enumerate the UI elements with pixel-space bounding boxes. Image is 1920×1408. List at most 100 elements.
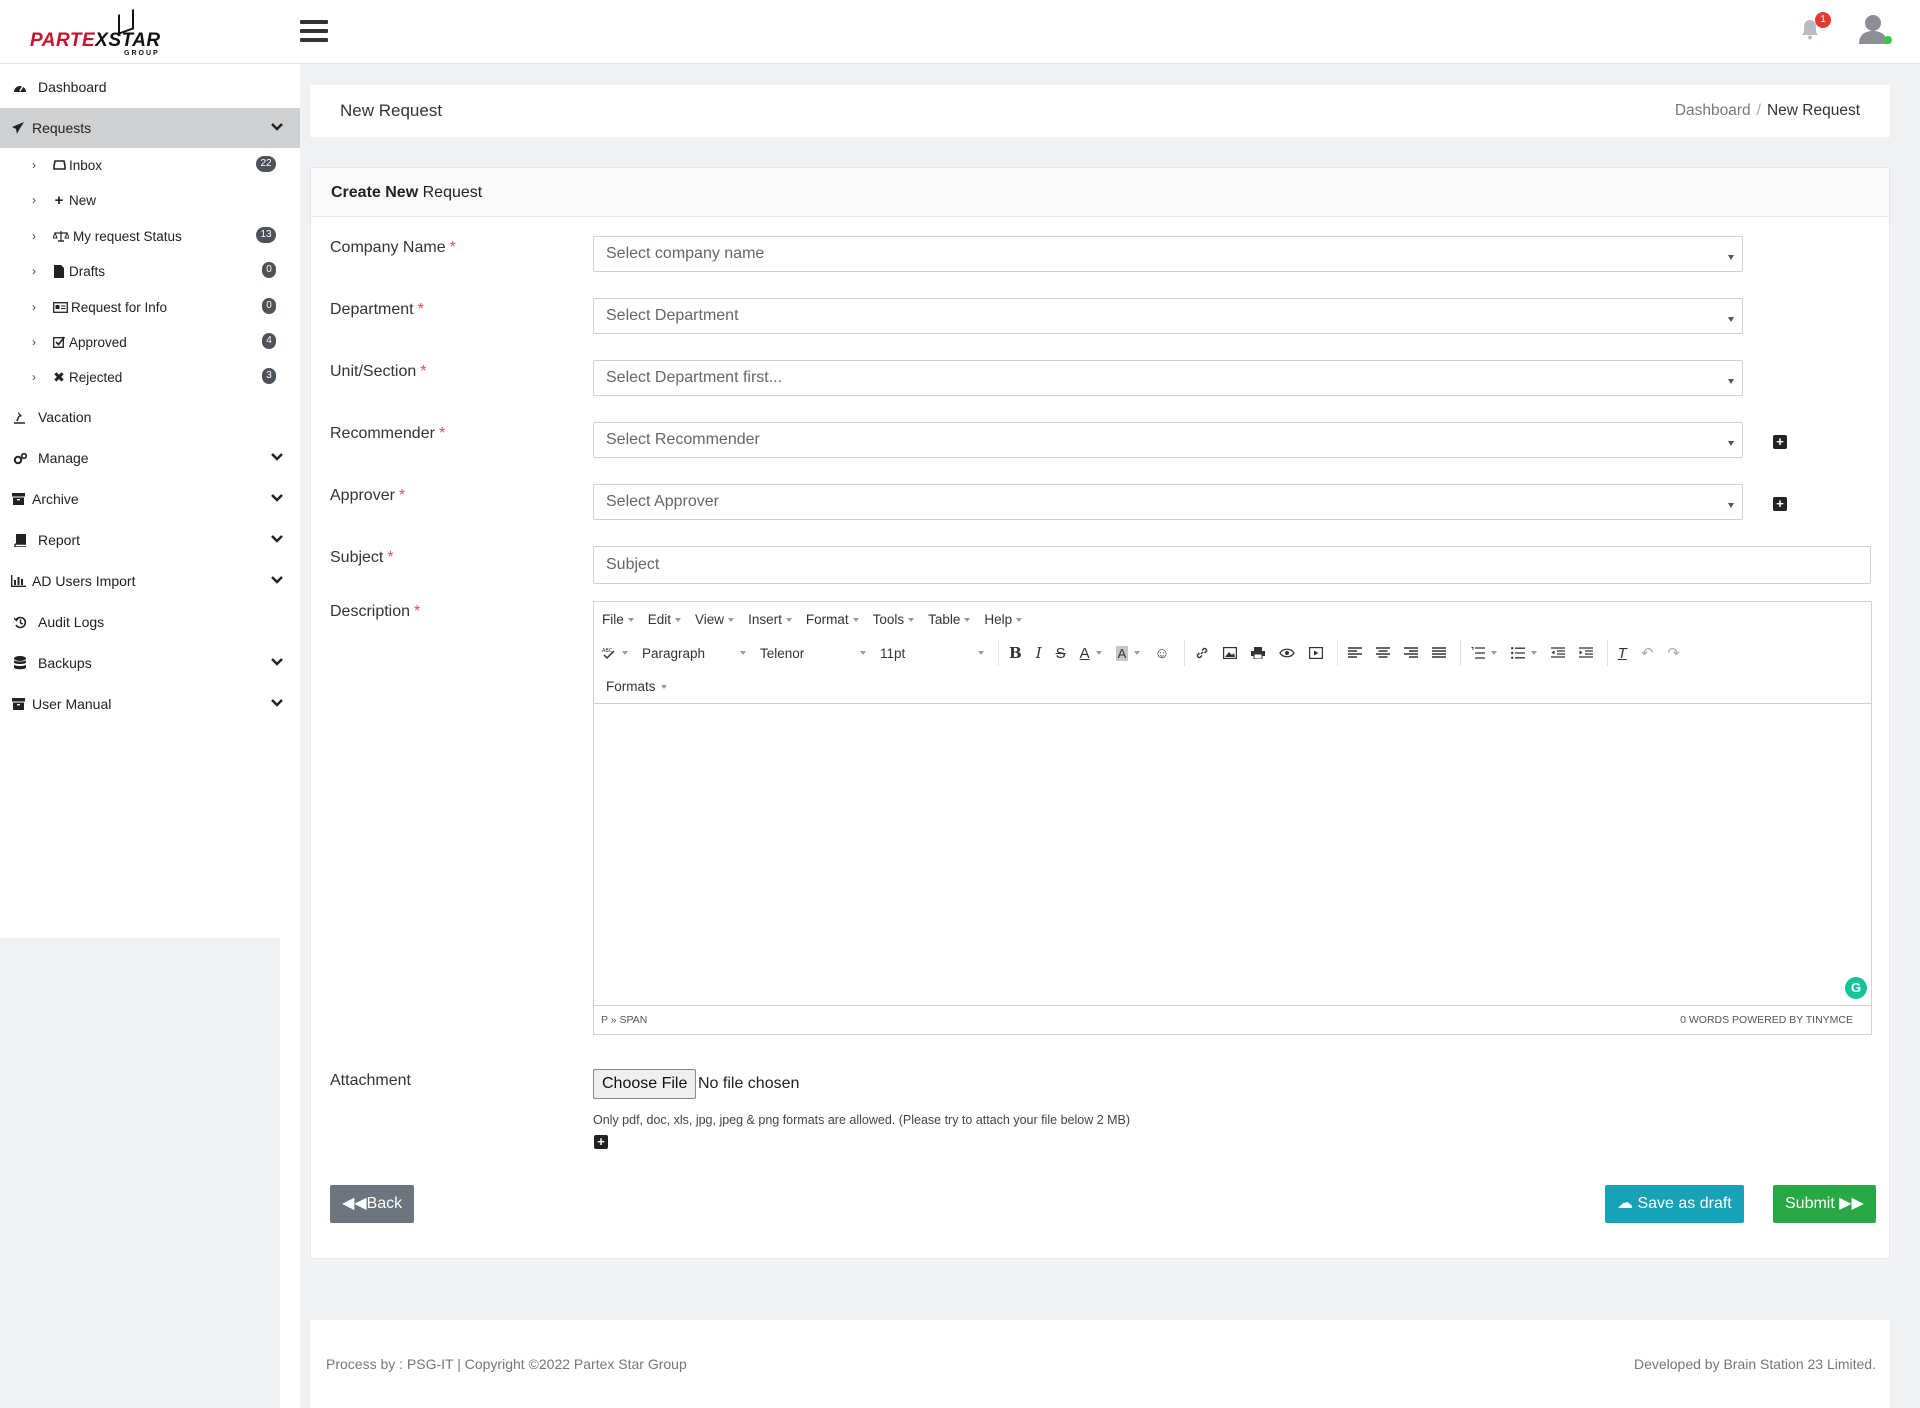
undo-icon[interactable]: ↶ xyxy=(1641,644,1654,662)
strikethrough-icon[interactable]: S xyxy=(1056,645,1066,662)
sidebar-item-vacation[interactable]: Vacation xyxy=(0,397,300,437)
logo-text-x: X xyxy=(95,30,109,51)
sidebar-subitem-label: Approved xyxy=(69,334,127,350)
indent-icon[interactable] xyxy=(1578,647,1593,659)
sidebar-item-label: Archive xyxy=(32,491,79,507)
add-recommender-icon[interactable]: + xyxy=(1773,435,1787,449)
count-badge: 4 xyxy=(262,333,276,349)
align-right-icon[interactable] xyxy=(1403,647,1418,659)
menu-view[interactable]: View xyxy=(695,612,735,627)
image-icon[interactable] xyxy=(1222,647,1237,659)
back-button[interactable]: ◀◀Back xyxy=(330,1185,415,1223)
approver-select[interactable]: Select Approver xyxy=(593,484,1743,520)
align-left-icon[interactable] xyxy=(1347,647,1362,659)
italic-icon[interactable]: I xyxy=(1036,644,1042,662)
sidebar-subitem-rejected[interactable]: › ✖ Rejected 3 xyxy=(0,360,300,394)
sidebar-item-label: Requests xyxy=(32,120,92,136)
sidebar-item-label: Audit Logs xyxy=(38,614,105,630)
menu-edit[interactable]: Edit xyxy=(648,612,682,627)
forward-icon: ▶▶ xyxy=(1839,1195,1864,1212)
submit-button[interactable]: Submit ▶▶ xyxy=(1773,1185,1876,1223)
formats-label: Formats xyxy=(606,679,656,694)
menu-help[interactable]: Help xyxy=(984,612,1023,627)
menu-insert[interactable]: Insert xyxy=(748,612,792,627)
block-format-select[interactable]: Paragraph xyxy=(642,646,746,661)
choose-file-button[interactable]: Choose File xyxy=(593,1069,697,1099)
sidebar-item-archive[interactable]: Archive xyxy=(0,479,300,519)
recommender-select[interactable]: Select Recommender xyxy=(593,422,1743,458)
print-icon[interactable] xyxy=(1250,647,1265,659)
logo-text: PARTEXSTAR xyxy=(30,30,161,52)
save-as-draft-button[interactable]: ☁ Save as draft xyxy=(1605,1185,1744,1223)
sidebar-subitem-inbox[interactable]: › Inbox 22 xyxy=(0,148,300,182)
menu-tools[interactable]: Tools xyxy=(873,612,915,627)
sidebar-subitem-my-request-status[interactable]: › My request Status 13 xyxy=(0,219,300,253)
sidebar-item-label: Dashboard xyxy=(38,79,107,95)
department-select[interactable]: Select Department xyxy=(593,298,1743,334)
menu-file[interactable]: File xyxy=(602,612,634,627)
spellcheck-icon[interactable]: ABC xyxy=(602,646,628,660)
grammarly-icon[interactable]: G xyxy=(1845,977,1867,999)
emoticons-icon[interactable]: ☺ xyxy=(1154,645,1169,662)
sidebar-subitem-request-for-info[interactable]: › Request for Info 0 xyxy=(0,290,300,324)
menu-table[interactable]: Table xyxy=(928,612,971,627)
sidebar-item-label: User Manual xyxy=(32,696,112,712)
create-request-card: Create New Request Company Name * Select … xyxy=(310,167,1890,1259)
outdent-icon[interactable] xyxy=(1550,647,1565,659)
caret-down-icon xyxy=(1728,317,1734,322)
id-card-icon xyxy=(52,301,68,313)
required-mark: * xyxy=(414,603,421,620)
redo-icon[interactable]: ↷ xyxy=(1667,644,1680,662)
sidebar-subitem-approved[interactable]: › Approved 4 xyxy=(0,325,300,359)
count-badge: 13 xyxy=(256,227,276,243)
text-color-icon[interactable]: A xyxy=(1080,645,1102,662)
file-icon xyxy=(52,264,66,278)
chevron-right-icon: › xyxy=(32,335,36,349)
bullet-list-icon[interactable] xyxy=(1510,647,1537,659)
unit-section-label: Unit/Section * xyxy=(330,363,427,381)
numbered-list-icon[interactable] xyxy=(1471,647,1497,659)
sidebar-item-requests[interactable]: Requests xyxy=(0,108,300,148)
unit-section-select[interactable]: Select Department first... xyxy=(593,360,1743,396)
menu-label: Tools xyxy=(872,611,905,627)
clear-formatting-icon[interactable]: T xyxy=(1618,645,1627,662)
subject-input[interactable]: Subject xyxy=(593,546,1871,584)
link-icon[interactable] xyxy=(1195,646,1209,660)
align-center-icon[interactable] xyxy=(1375,647,1390,659)
logo-sub: GROUP xyxy=(124,50,160,57)
sidebar-subitem-drafts[interactable]: › Drafts 0 xyxy=(0,254,300,288)
sidebar-item-dashboard[interactable]: Dashboard xyxy=(0,67,300,107)
company-name-select[interactable]: Select company name xyxy=(593,236,1743,272)
sidebar-item-report[interactable]: Report xyxy=(0,520,300,560)
sidebar-item-manage[interactable]: Manage xyxy=(0,438,300,478)
preview-icon[interactable] xyxy=(1278,648,1295,658)
menu-format[interactable]: Format xyxy=(806,612,859,627)
formats-menu[interactable]: Formats xyxy=(606,679,667,694)
add-attachment-icon[interactable]: + xyxy=(594,1135,608,1149)
company-name-label: Company Name * xyxy=(330,239,456,257)
notification-badge: 1 xyxy=(1815,12,1831,28)
sidebar-item-ad-users-import[interactable]: AD Users Import xyxy=(0,561,300,601)
select-placeholder: Select Recommender xyxy=(606,431,760,448)
chevron-down-icon xyxy=(271,535,283,543)
bold-icon[interactable]: B xyxy=(1009,644,1022,662)
sidebar-item-label: Manage xyxy=(38,450,89,466)
editor-content-area[interactable]: G xyxy=(594,705,1871,1005)
background-color-icon[interactable]: A xyxy=(1115,645,1141,661)
sidebar-subitem-new[interactable]: › + New xyxy=(0,183,300,217)
sidebar-item-audit-logs[interactable]: Audit Logs xyxy=(0,602,300,642)
font-size-select[interactable]: 11pt xyxy=(880,646,984,661)
sidebar-item-backups[interactable]: Backups xyxy=(0,643,300,683)
align-justify-icon[interactable] xyxy=(1431,647,1446,659)
file-status: No file chosen xyxy=(698,1075,800,1092)
breadcrumb-dashboard-link[interactable]: Dashboard xyxy=(1675,102,1751,119)
hamburger-menu-icon[interactable] xyxy=(300,20,328,44)
toolbar-separator xyxy=(1459,640,1461,666)
label-text: Approver xyxy=(330,487,395,504)
media-icon[interactable] xyxy=(1308,647,1323,659)
required-mark: * xyxy=(387,549,394,566)
sidebar-item-user-manual[interactable]: User Manual xyxy=(0,684,300,724)
add-approver-icon[interactable]: + xyxy=(1773,497,1787,511)
font-family-select[interactable]: Telenor xyxy=(760,646,866,661)
inbox-icon xyxy=(52,160,66,170)
